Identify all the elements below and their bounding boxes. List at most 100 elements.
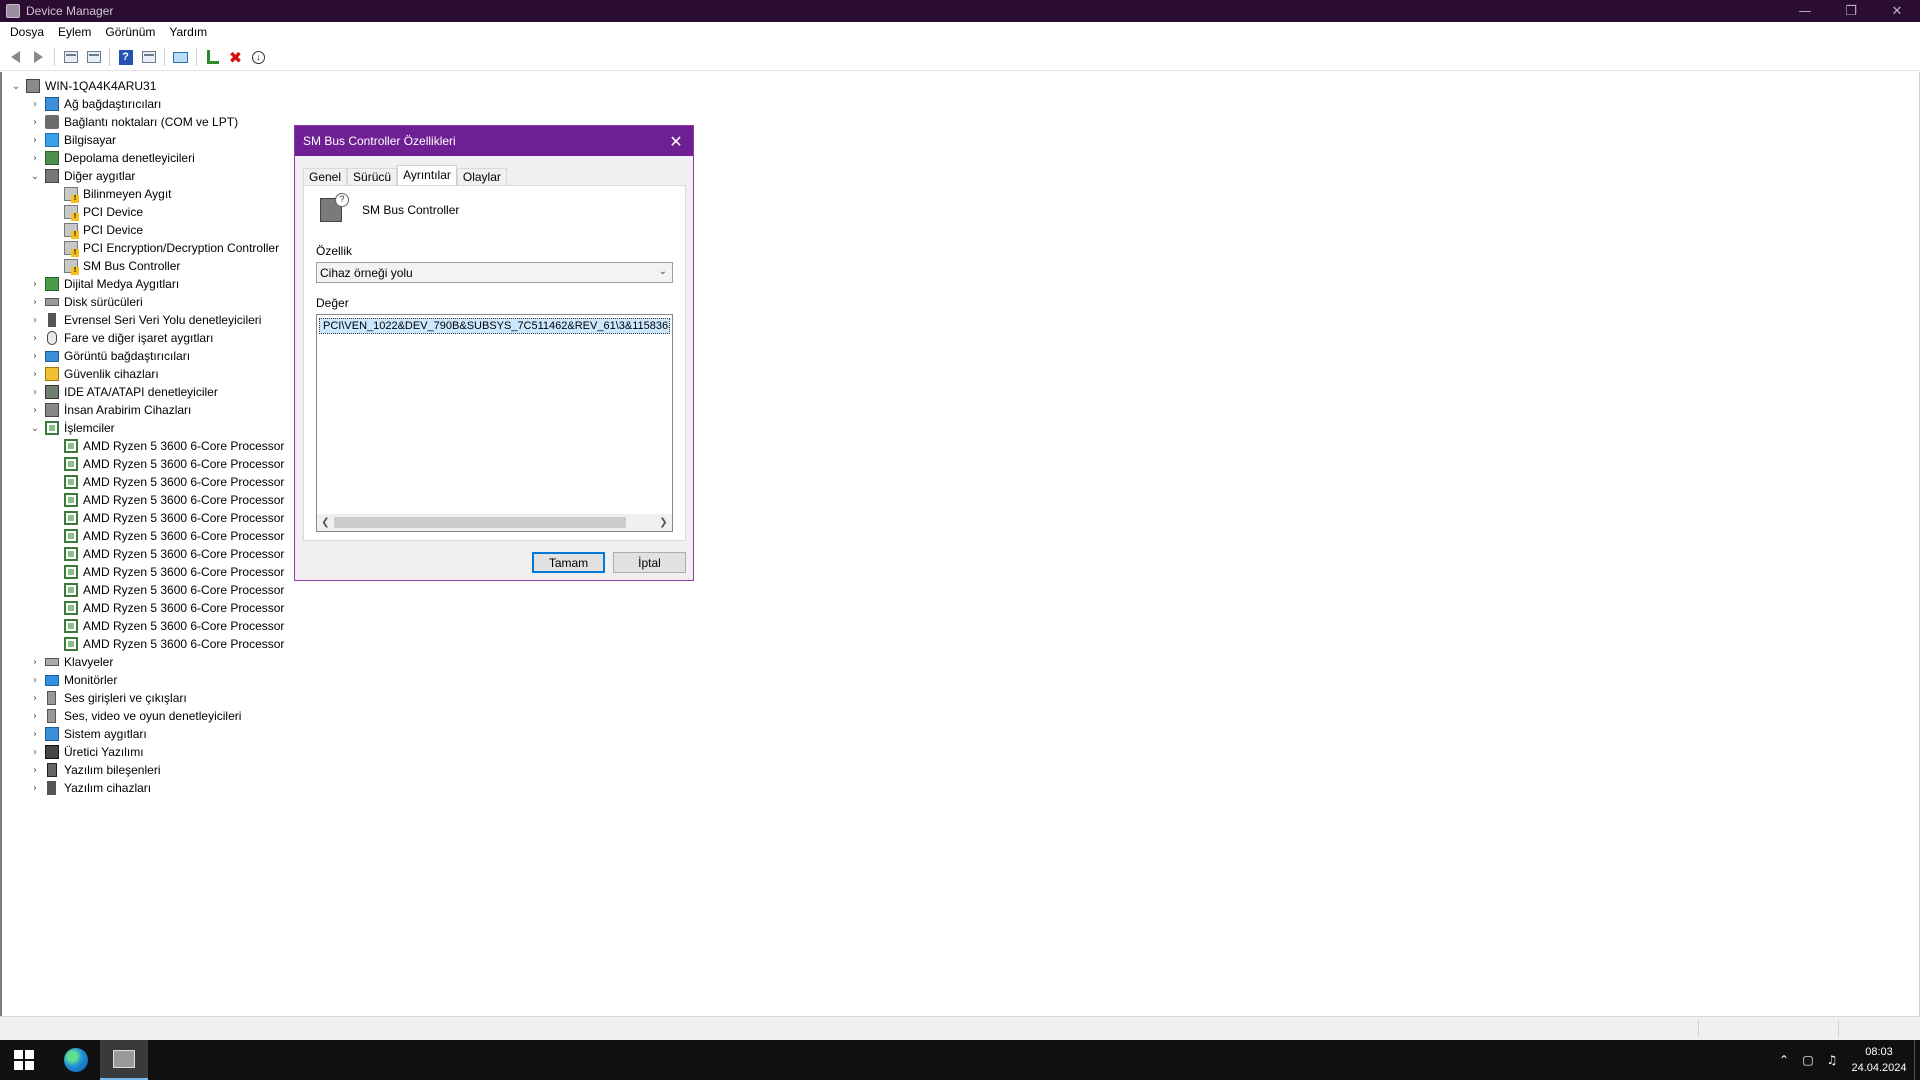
- tree-device[interactable]: AMD Ryzen 5 3600 6-Core Processor: [64, 491, 284, 509]
- tree-category[interactable]: › Bilgisayar: [29, 131, 116, 149]
- chevron-right-icon[interactable]: ›: [29, 653, 41, 671]
- chevron-right-icon[interactable]: ›: [29, 347, 41, 365]
- uninstall-device-button[interactable]: ✖: [224, 46, 247, 68]
- tab-details[interactable]: Ayrıntılar: [397, 165, 457, 186]
- tree-category[interactable]: › Klavyeler: [29, 653, 113, 671]
- tree-device[interactable]: AMD Ryzen 5 3600 6-Core Processor: [64, 599, 284, 617]
- tree-category[interactable]: › Ses girişleri ve çıkışları: [29, 689, 187, 707]
- chevron-right-icon[interactable]: ›: [29, 293, 41, 311]
- tree-device[interactable]: AMD Ryzen 5 3600 6-Core Processor: [64, 509, 284, 527]
- tree-category[interactable]: › Ağ bağdaştırıcıları: [29, 95, 161, 113]
- tree-device[interactable]: AMD Ryzen 5 3600 6-Core Processor: [64, 437, 284, 455]
- chevron-right-icon[interactable]: ›: [29, 401, 41, 419]
- taskbar-edge[interactable]: [52, 1040, 100, 1080]
- value-list-item[interactable]: PCI\VEN_1022&DEV_790B&SUBSYS_7C511462&RE…: [319, 318, 670, 334]
- value-listbox[interactable]: PCI\VEN_1022&DEV_790B&SUBSYS_7C511462&RE…: [316, 314, 673, 532]
- chevron-right-icon[interactable]: ›: [29, 725, 41, 743]
- chevron-down-icon[interactable]: ⌄: [29, 419, 41, 437]
- ok-button[interactable]: Tamam: [532, 552, 605, 573]
- network-icon[interactable]: ▢: [1796, 1040, 1820, 1080]
- tree-device[interactable]: PCI Device: [64, 203, 143, 221]
- tree-device[interactable]: Bilinmeyen Aygıt: [64, 185, 172, 203]
- volume-icon[interactable]: ♫: [1820, 1040, 1844, 1080]
- tree-category[interactable]: › Dijital Medya Aygıtları: [29, 275, 179, 293]
- tree-root[interactable]: ⌄ WIN-1QA4K4ARU31: [10, 77, 156, 95]
- tree-category[interactable]: › Fare ve diğer işaret aygıtları: [29, 329, 213, 347]
- tree-category[interactable]: › İnsan Arabirim Cihazları: [29, 401, 191, 419]
- menu-view[interactable]: Görünüm: [98, 22, 162, 43]
- start-button[interactable]: [0, 1040, 48, 1080]
- cancel-button[interactable]: İptal: [613, 552, 686, 573]
- tree-category[interactable]: › Sistem aygıtları: [29, 725, 147, 743]
- restore-button[interactable]: ❐: [1828, 0, 1874, 22]
- tree-category[interactable]: › Üretici Yazılımı: [29, 743, 144, 761]
- tree-device[interactable]: SM Bus Controller: [64, 257, 180, 275]
- clock[interactable]: 08:03 24.04.2024: [1844, 1044, 1914, 1076]
- chevron-right-icon[interactable]: ›: [29, 761, 41, 779]
- scroll-right-icon[interactable]: ❯: [655, 514, 672, 531]
- help-button[interactable]: ?: [114, 46, 137, 68]
- tree-device[interactable]: AMD Ryzen 5 3600 6-Core Processor: [64, 563, 284, 581]
- chevron-right-icon[interactable]: ›: [29, 311, 41, 329]
- back-button[interactable]: [4, 46, 27, 68]
- close-window-button[interactable]: ✕: [1874, 0, 1920, 22]
- tree-category[interactable]: › Evrensel Seri Veri Yolu denetleyicileri: [29, 311, 261, 329]
- tree-category[interactable]: › Güvenlik cihazları: [29, 365, 159, 383]
- tree-category[interactable]: › Yazılım bileşenleri: [29, 761, 160, 779]
- tree-device[interactable]: PCI Encryption/Decryption Controller: [64, 239, 279, 257]
- tab-driver[interactable]: Sürücü: [347, 168, 398, 186]
- dialog-close-button[interactable]: ✕: [659, 126, 693, 156]
- chevron-right-icon[interactable]: ›: [29, 95, 41, 113]
- show-desktop-button[interactable]: [1914, 1040, 1920, 1080]
- tree-device[interactable]: AMD Ryzen 5 3600 6-Core Processor: [64, 617, 284, 635]
- chevron-right-icon[interactable]: ›: [29, 365, 41, 383]
- scrollbar-thumb[interactable]: [334, 517, 626, 528]
- chevron-right-icon[interactable]: ›: [29, 113, 41, 131]
- tree-device[interactable]: AMD Ryzen 5 3600 6-Core Processor: [64, 527, 284, 545]
- chevron-right-icon[interactable]: ›: [29, 779, 41, 797]
- menu-file[interactable]: Dosya: [3, 22, 51, 43]
- show-action-pane-button[interactable]: [137, 46, 160, 68]
- chevron-right-icon[interactable]: ›: [29, 671, 41, 689]
- horizontal-scrollbar[interactable]: ❮ ❯: [317, 514, 672, 531]
- tree-category[interactable]: ⌄ İşlemciler: [29, 419, 115, 437]
- tree-category[interactable]: › Bağlantı noktaları (COM ve LPT): [29, 113, 238, 131]
- forward-button[interactable]: [27, 46, 50, 68]
- tree-device[interactable]: AMD Ryzen 5 3600 6-Core Processor: [64, 545, 284, 563]
- scan-hardware-button[interactable]: [169, 46, 192, 68]
- property-dropdown[interactable]: Cihaz örneği yolu ⌄: [316, 262, 673, 283]
- show-hide-console-tree-button[interactable]: [59, 46, 82, 68]
- tree-category[interactable]: › Yazılım cihazları: [29, 779, 151, 797]
- tree-category[interactable]: › Monitörler: [29, 671, 117, 689]
- tree-category[interactable]: › Ses, video ve oyun denetleyicileri: [29, 707, 241, 725]
- tree-category[interactable]: ⌄ Diğer aygıtlar: [29, 167, 135, 185]
- chevron-down-icon[interactable]: ⌄: [10, 77, 22, 95]
- tab-events[interactable]: Olaylar: [456, 168, 507, 186]
- menu-action[interactable]: Eylem: [51, 22, 98, 43]
- tab-general[interactable]: Genel: [303, 168, 348, 186]
- tree-device[interactable]: AMD Ryzen 5 3600 6-Core Processor: [64, 455, 284, 473]
- tree-device[interactable]: AMD Ryzen 5 3600 6-Core Processor: [64, 635, 284, 653]
- menu-help[interactable]: Yardım: [162, 22, 214, 43]
- chevron-right-icon[interactable]: ›: [29, 149, 41, 167]
- taskbar-device-manager[interactable]: [100, 1040, 148, 1080]
- show-hidden-icons-chevron-up-icon[interactable]: ⌃: [1772, 1040, 1796, 1080]
- chevron-right-icon[interactable]: ›: [29, 689, 41, 707]
- chevron-right-icon[interactable]: ›: [29, 275, 41, 293]
- update-driver-button[interactable]: [201, 46, 224, 68]
- tree-device[interactable]: PCI Device: [64, 221, 143, 239]
- tree-category[interactable]: › Görüntü bağdaştırıcıları: [29, 347, 190, 365]
- disable-device-button[interactable]: ↓: [247, 46, 270, 68]
- chevron-right-icon[interactable]: ›: [29, 743, 41, 761]
- tree-category[interactable]: › Depolama denetleyicileri: [29, 149, 195, 167]
- tree-device[interactable]: AMD Ryzen 5 3600 6-Core Processor: [64, 581, 284, 599]
- chevron-right-icon[interactable]: ›: [29, 383, 41, 401]
- scroll-left-icon[interactable]: ❮: [317, 514, 334, 531]
- chevron-right-icon[interactable]: ›: [29, 131, 41, 149]
- minimize-button[interactable]: —: [1782, 0, 1828, 22]
- tree-category[interactable]: › IDE ATA/ATAPI denetleyiciler: [29, 383, 218, 401]
- chevron-right-icon[interactable]: ›: [29, 329, 41, 347]
- tree-device[interactable]: AMD Ryzen 5 3600 6-Core Processor: [64, 473, 284, 491]
- tree-category[interactable]: › Disk sürücüleri: [29, 293, 143, 311]
- properties-button[interactable]: [82, 46, 105, 68]
